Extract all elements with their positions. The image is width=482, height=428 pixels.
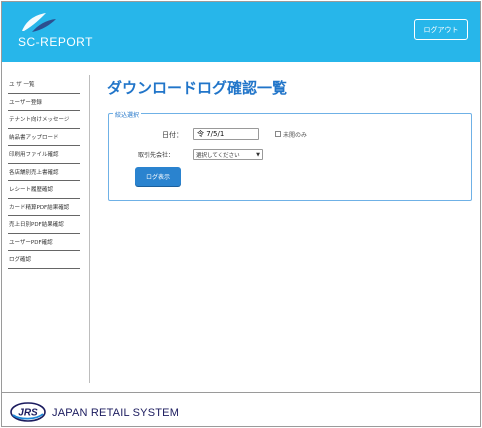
jrs-logo-icon: JRS (10, 402, 46, 422)
sidebar-item-log[interactable]: ログ確認 (8, 251, 80, 269)
sidebar-item-receipt-history[interactable]: レシート履歴確認 (8, 181, 80, 199)
chevron-down-icon: ▼ (256, 151, 260, 158)
unconfirmed-only-checkbox[interactable] (275, 131, 281, 137)
sidebar-item-tenant-message[interactable]: テナント向けメッセージ (8, 111, 80, 129)
date-input[interactable] (193, 128, 259, 140)
app-logo-text: SC-REPORT (18, 35, 93, 49)
sidebar-item-daily-pdf[interactable]: 売上日別PDF結果確認 (8, 216, 80, 234)
sidebar-divider (89, 75, 90, 383)
sidebar-item-store-sales[interactable]: 各店舗別売上書確認 (8, 164, 80, 181)
company-label: 取引先会社： (138, 152, 175, 159)
company-select[interactable]: 選択してください ▼ (193, 149, 263, 160)
feather-logo-icon (22, 13, 56, 32)
app-window: SC-REPORT ログアウト ユ ザ 一覧 ユーザー登録 テナント向けメッセー… (1, 1, 481, 427)
company-select-value: 選択してください (196, 152, 240, 159)
show-log-button[interactable]: ログ表示 (135, 167, 181, 186)
filter-legend: 絞込選択 (113, 110, 142, 119)
sidebar-item-user-list[interactable]: ユ ザ 一覧 (8, 76, 80, 94)
svg-text:JRS: JRS (18, 408, 38, 419)
logout-button[interactable]: ログアウト (414, 19, 468, 40)
footer-divider (2, 392, 480, 393)
top-header: SC-REPORT ログアウト (2, 2, 480, 62)
footer-company-name: JAPAN RETAIL SYSTEM (52, 407, 180, 419)
sidebar-item-print-file[interactable]: 印刷用ファイル確認 (8, 146, 80, 164)
sidebar-item-card-pdf[interactable]: カード精算PDF結果確認 (8, 199, 80, 216)
date-label: 日付： (162, 131, 183, 139)
sidebar-menu: ユ ザ 一覧 ユーザー登録 テナント向けメッセージ 納品書アップロード 印刷用フ… (8, 76, 80, 269)
page-title: ダウンロードログ確認一覧 (107, 80, 288, 97)
unconfirmed-only-label: 未閲のみ (283, 132, 308, 139)
sidebar-item-user-register[interactable]: ユーザー登録 (8, 94, 80, 111)
sidebar-item-user-pdf[interactable]: ユーザーPDF確認 (8, 234, 80, 251)
sidebar-item-invoice-upload[interactable]: 納品書アップロード (8, 129, 80, 146)
